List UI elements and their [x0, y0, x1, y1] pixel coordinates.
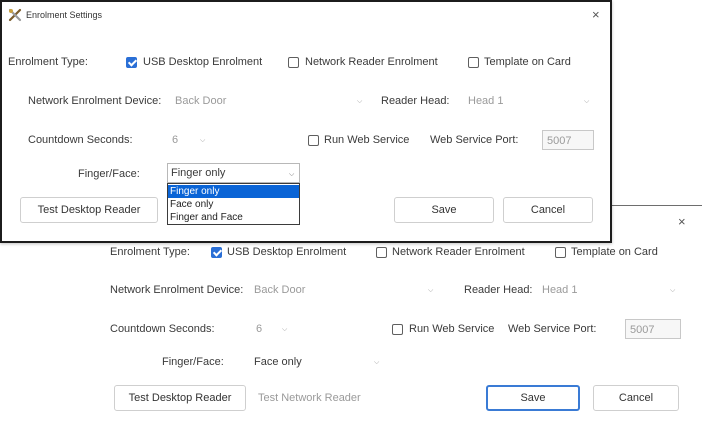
template-on-card-label[interactable]: Template on Card — [571, 246, 658, 258]
run-web-service-checkbox[interactable] — [308, 135, 319, 146]
finger-face-select[interactable]: Face only ⌵ — [252, 352, 384, 372]
usb-desktop-enrolment-label[interactable]: USB Desktop Enrolment — [227, 246, 346, 258]
dropdown-option-face-only[interactable]: Face only — [168, 198, 299, 211]
run-web-service-checkbox[interactable] — [392, 324, 403, 335]
network-enrolment-device-label: Network Enrolment Device: — [110, 284, 244, 296]
web-service-port-label: Web Service Port: — [508, 323, 597, 335]
finger-face-label: Finger/Face: — [162, 356, 224, 368]
network-reader-enrolment-label[interactable]: Network Reader Enrolment — [305, 56, 438, 68]
network-enrolment-device-label: Network Enrolment Device: — [28, 95, 162, 107]
finger-face-value: Face only — [254, 356, 302, 368]
save-label: Save — [520, 392, 546, 404]
network-reader-enrolment-label[interactable]: Network Reader Enrolment — [392, 246, 525, 258]
save-button[interactable]: Save — [394, 197, 494, 223]
template-on-card-label[interactable]: Template on Card — [484, 56, 571, 68]
dropdown-option-finger-and-face[interactable]: Finger and Face — [168, 211, 299, 224]
web-service-port-value: 5007 — [547, 135, 572, 147]
reader-head-label: Reader Head: — [464, 284, 533, 296]
reader-head-select[interactable]: Head 1 ⌵ — [540, 280, 680, 300]
chevron-down-icon: ⌵ — [357, 98, 363, 105]
finger-face-select[interactable]: Finger only ⌵ — [167, 163, 300, 183]
template-on-card-checkbox[interactable] — [555, 247, 566, 258]
network-enrolment-device-value: Back Door — [254, 284, 306, 296]
reader-head-label: Reader Head: — [381, 95, 450, 107]
network-reader-enrolment-checkbox[interactable] — [288, 57, 299, 68]
cancel-label: Cancel — [618, 392, 654, 404]
tools-icon — [8, 8, 22, 22]
usb-desktop-enrolment-checkbox[interactable] — [126, 57, 137, 68]
run-web-service-label[interactable]: Run Web Service — [409, 323, 494, 335]
network-enrolment-device-select[interactable]: Back Door ⌵ — [252, 280, 438, 300]
cancel-label: Cancel — [530, 204, 566, 216]
finger-face-value: Finger only — [171, 167, 226, 179]
chevron-down-icon: ⌵ — [584, 98, 590, 105]
chevron-down-icon: ⌵ — [289, 171, 295, 178]
cancel-button[interactable]: Cancel — [593, 385, 679, 411]
test-network-reader-button[interactable]: Test Network Reader — [258, 385, 398, 411]
network-enrolment-device-value: Back Door — [175, 95, 227, 107]
countdown-seconds-stepper[interactable]: 6 ⌵ — [170, 130, 212, 150]
usb-desktop-enrolment-label[interactable]: USB Desktop Enrolment — [143, 56, 262, 68]
save-label: Save — [431, 204, 457, 216]
enrolment-type-label: Enrolment Type: — [8, 56, 88, 68]
web-service-port-input[interactable]: 5007 — [542, 130, 594, 150]
chevron-down-icon: ⌵ — [200, 137, 206, 144]
close-icon[interactable]: × — [592, 8, 600, 21]
dropdown-option-finger-only[interactable]: Finger only — [168, 185, 299, 198]
enrolment-settings-dialog-before: Enrolment Settings × Enrolment Type: USB… — [0, 0, 612, 243]
enrolment-type-label: Enrolment Type: — [110, 246, 190, 258]
chevron-down-icon: ⌵ — [428, 287, 434, 294]
save-button[interactable]: Save — [486, 385, 580, 411]
finger-face-label: Finger/Face: — [78, 168, 140, 180]
web-service-port-label: Web Service Port: — [430, 134, 519, 146]
web-service-port-input[interactable]: 5007 — [625, 319, 681, 339]
countdown-seconds-value: 6 — [172, 134, 179, 146]
chevron-down-icon: ⌵ — [670, 287, 676, 294]
web-service-port-value: 5007 — [630, 324, 655, 336]
countdown-seconds-label: Countdown Seconds: — [110, 323, 215, 335]
reader-head-select[interactable]: Head 1 ⌵ — [466, 91, 594, 111]
reader-head-value: Head 1 — [542, 284, 578, 296]
reader-head-value: Head 1 — [468, 95, 504, 107]
close-icon[interactable]: × — [678, 215, 686, 228]
test-network-reader-label: Test Network Reader — [258, 392, 361, 404]
test-desktop-reader-label: Test Desktop Reader — [37, 204, 141, 216]
countdown-seconds-label: Countdown Seconds: — [28, 134, 133, 146]
finger-face-dropdown-list: Finger only Face only Finger and Face — [167, 183, 300, 225]
usb-desktop-enrolment-checkbox[interactable] — [211, 247, 222, 258]
network-reader-enrolment-checkbox[interactable] — [376, 247, 387, 258]
countdown-seconds-stepper[interactable]: 6 ⌵ — [254, 319, 294, 339]
test-desktop-reader-button[interactable]: Test Desktop Reader — [114, 385, 246, 411]
countdown-seconds-value: 6 — [256, 323, 263, 335]
run-web-service-label[interactable]: Run Web Service — [324, 134, 409, 146]
test-desktop-reader-label: Test Desktop Reader — [128, 392, 232, 404]
chevron-down-icon: ⌵ — [282, 326, 288, 333]
chevron-down-icon: ⌵ — [374, 359, 380, 366]
dialog-title: Enrolment Settings — [26, 10, 103, 20]
template-on-card-checkbox[interactable] — [468, 57, 479, 68]
cancel-button[interactable]: Cancel — [503, 197, 593, 223]
test-desktop-reader-button[interactable]: Test Desktop Reader — [20, 197, 158, 223]
network-enrolment-device-select[interactable]: Back Door ⌵ — [173, 91, 367, 111]
